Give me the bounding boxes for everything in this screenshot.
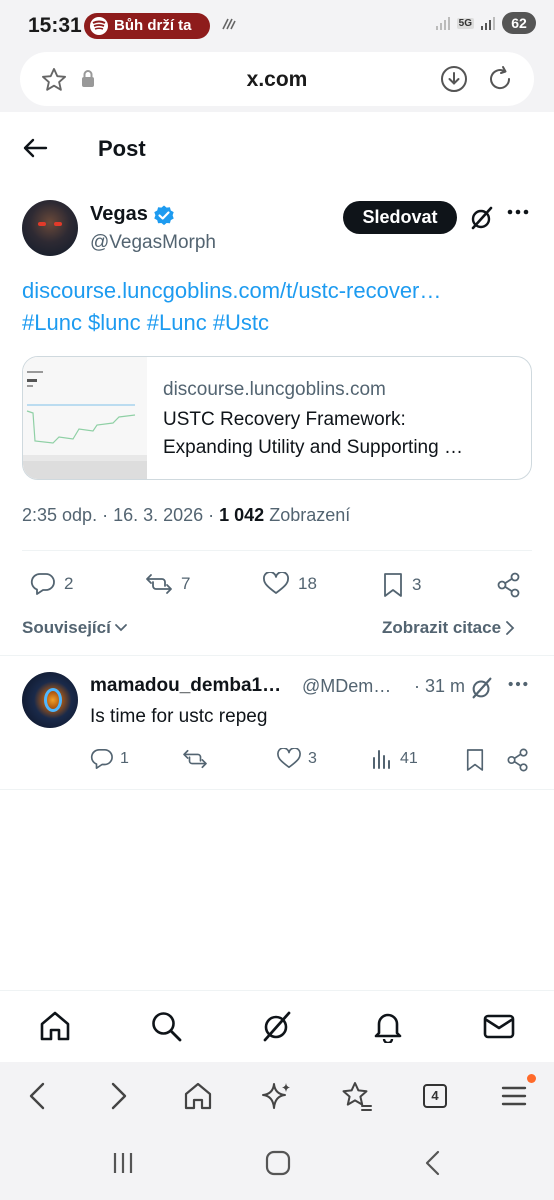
media-playing-pill[interactable]: Bůh drží ta	[84, 13, 210, 39]
repost-icon	[146, 574, 172, 594]
divider	[0, 655, 554, 656]
like-count: 18	[298, 574, 317, 593]
post-link[interactable]: discourse.luncgoblins.com/t/ustc-recover…	[22, 278, 441, 304]
search-icon[interactable]	[149, 1009, 183, 1043]
share-icon	[497, 572, 520, 598]
tabs-button[interactable]: 4	[423, 1084, 447, 1108]
link-preview-card[interactable]: discourse.luncgoblins.com USTC Recovery …	[22, 356, 532, 480]
author-avatar[interactable]	[22, 200, 78, 256]
divider	[22, 550, 532, 551]
spotify-icon	[90, 17, 108, 35]
media-pill-text: Bůh drží ta	[114, 17, 192, 34]
share-button[interactable]	[496, 572, 522, 598]
home-icon[interactable]	[38, 1009, 72, 1043]
reload-icon[interactable]	[486, 65, 514, 93]
menu-icon[interactable]	[498, 1080, 530, 1112]
quotes-label: Zobrazit citace	[382, 618, 502, 637]
notifications-bell-icon[interactable]	[371, 1009, 405, 1043]
link-preview-thumbnail	[23, 357, 147, 479]
status-time: 15:31	[28, 14, 82, 37]
view-quotes-link[interactable]: Zobrazit citace	[382, 618, 516, 638]
page-title: Post	[98, 136, 146, 161]
card-domain: discourse.luncgoblins.com	[163, 379, 386, 400]
repost-icon	[183, 749, 207, 769]
repost-button[interactable]: 7	[145, 572, 190, 596]
author-handle[interactable]: @VegasMorph	[90, 232, 216, 254]
related-label: Související	[22, 618, 111, 637]
post-hashtags[interactable]: #Lunc $lunc #Lunc #Ustc	[22, 310, 269, 336]
menu-notification-dot	[527, 1074, 536, 1083]
battery-indicator: 62	[502, 12, 536, 34]
reply-views-count: 41	[400, 750, 418, 767]
post-header: Post	[0, 112, 554, 184]
grok-icon[interactable]	[468, 204, 496, 232]
views-label: Zobrazení	[269, 505, 351, 525]
android-home-icon[interactable]	[264, 1150, 292, 1176]
views-count: 1 042	[219, 505, 265, 525]
address-bar[interactable]: x.com	[20, 52, 534, 106]
ai-sparkle-icon[interactable]	[261, 1080, 293, 1112]
reply-like-button[interactable]: 3	[276, 748, 317, 770]
heart-icon	[277, 748, 301, 769]
reply-author-name[interactable]: mamadou_demba1…	[90, 675, 281, 697]
browser-address-area: x.com	[0, 50, 554, 112]
android-back-icon[interactable]	[420, 1150, 446, 1176]
grok-icon[interactable]	[260, 1009, 294, 1043]
reply-author-avatar[interactable]	[22, 672, 78, 728]
like-button[interactable]: 18	[262, 572, 317, 596]
author-name[interactable]: Vegas	[90, 203, 148, 226]
recent-apps-icon[interactable]	[110, 1150, 136, 1176]
post-meta: 2:35 odp. · 16. 3. 2026 · 1 042 Zobrazen…	[22, 505, 350, 526]
back-arrow-icon[interactable]	[22, 136, 48, 160]
back-icon[interactable]	[22, 1080, 54, 1112]
more-options-icon[interactable]	[507, 680, 529, 688]
signal-icon	[435, 17, 450, 30]
favorites-star-icon[interactable]	[341, 1080, 373, 1112]
bookmark-icon	[466, 749, 484, 771]
android-navigation-bar	[0, 1130, 554, 1200]
reply-reply-count: 1	[120, 750, 129, 767]
reply-reply-button[interactable]: 1	[90, 748, 129, 770]
heart-icon	[263, 572, 289, 594]
reply-like-count: 3	[308, 750, 317, 767]
more-options-icon[interactable]	[506, 208, 530, 216]
card-title-line-2: Expanding Utility and Supporting …	[163, 437, 463, 458]
grok-icon[interactable]	[469, 675, 495, 701]
nfc-icon	[222, 18, 236, 30]
reply-count: 2	[64, 574, 74, 593]
views-chart-icon	[373, 750, 390, 769]
bookmark-button[interactable]: 3	[382, 572, 421, 598]
messages-mail-icon[interactable]	[482, 1009, 516, 1043]
post-timestamp[interactable]: 2:35 odp. · 16. 3. 2026 ·	[22, 505, 219, 525]
reply-views-button[interactable]: 41	[370, 748, 418, 770]
reply-author-handle[interactable]: @MDem…	[302, 676, 391, 697]
chevron-down-icon	[114, 624, 127, 632]
reply-button[interactable]: 2	[30, 572, 73, 596]
reply-repost-button[interactable]	[182, 748, 208, 770]
follow-button[interactable]: Sledovat	[343, 201, 457, 234]
reply-time[interactable]: · 31 m	[414, 676, 465, 697]
signal-icon-2	[481, 17, 495, 30]
chevron-right-icon	[506, 621, 515, 635]
card-title-line-1: USTC Recovery Framework:	[163, 409, 406, 430]
download-icon[interactable]	[440, 65, 468, 93]
share-icon	[507, 748, 528, 772]
reply-icon	[30, 573, 55, 595]
bookmark-count: 3	[412, 575, 422, 594]
bookmark-icon	[384, 573, 402, 597]
reply-bookmark-button[interactable]	[465, 748, 485, 772]
x-bottom-nav	[0, 990, 554, 1062]
verified-badge-icon	[154, 205, 174, 226]
browser-toolbar	[0, 1062, 554, 1130]
forward-icon[interactable]	[102, 1080, 134, 1112]
status-bar: 15:31 Bůh drží ta 5G 62	[0, 0, 554, 50]
reply-icon	[90, 749, 113, 769]
browser-home-icon[interactable]	[182, 1080, 214, 1112]
divider	[0, 789, 554, 790]
reply-text: Is time for ustc repeg	[90, 706, 268, 727]
reply-share-button[interactable]	[506, 748, 530, 772]
network-type: 5G	[456, 17, 474, 29]
related-link[interactable]: Související	[22, 618, 128, 638]
repost-count: 7	[181, 574, 191, 593]
